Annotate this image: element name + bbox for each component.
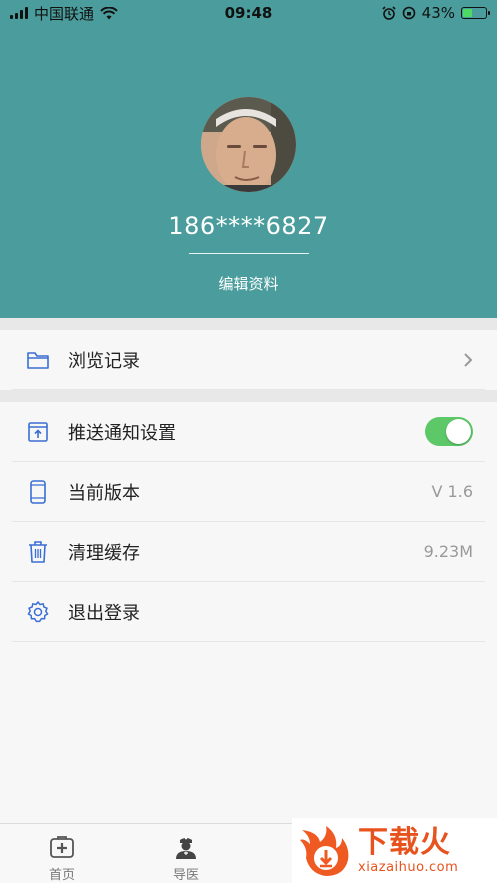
settings-section: 推送通知设置 当前版本 V 1.6 清理缓存 9.23M 退出登录 [0, 402, 497, 823]
medical-kit-icon [48, 833, 76, 861]
signal-icon [10, 7, 28, 19]
tab-label: 首页 [48, 868, 75, 883]
phone-number: 186****6827 [168, 212, 329, 240]
chevron-right-icon [464, 352, 473, 367]
watermark-title: 下载火 [358, 825, 451, 860]
menu-item-label: 清理缓存 [68, 542, 140, 564]
rotation-lock-icon [402, 6, 415, 20]
battery-level [463, 9, 473, 17]
profile-header: 186****6827 编辑资料 [0, 0, 497, 318]
status-bar: 中国联通 09:48 43% [0, 0, 497, 26]
edit-profile-link[interactable]: 编辑资料 [0, 273, 497, 294]
avatar-photo [201, 97, 296, 192]
nurse-icon [172, 833, 200, 861]
version-value: V 1.6 [431, 482, 473, 501]
divider [189, 253, 309, 254]
wifi-icon [100, 6, 118, 19]
push-notification-toggle[interactable] [425, 417, 473, 446]
carrier-name: 中国联通 [34, 4, 95, 23]
tab-label: 导医 [172, 868, 199, 883]
tab-home[interactable]: 首页 [0, 824, 124, 883]
menu-item-history[interactable]: 浏览记录 [12, 330, 485, 390]
menu-item-label: 推送通知设置 [68, 422, 176, 444]
menu-item-logout[interactable]: 退出登录 [12, 582, 485, 642]
menu-item-label: 当前版本 [68, 482, 140, 504]
folder-icon [24, 346, 52, 374]
battery-icon [461, 7, 490, 19]
menu-item-label: 退出登录 [68, 602, 140, 624]
history-section: 浏览记录 [0, 330, 497, 390]
battery-percent: 43% [421, 4, 455, 22]
toggle-knob [446, 419, 471, 444]
menu-item-push-settings[interactable]: 推送通知设置 [12, 402, 485, 462]
section-divider [0, 390, 497, 402]
watermark: 下载火 xiazaihuo.com [292, 818, 497, 883]
flame-logo-icon [296, 822, 354, 880]
alarm-icon [382, 6, 396, 20]
watermark-subtitle: xiazaihuo.com [358, 860, 459, 875]
section-divider [0, 318, 497, 330]
phone-icon [24, 478, 52, 506]
menu-item-label: 浏览记录 [68, 350, 140, 372]
gear-icon [24, 598, 52, 626]
menu-item-clear-cache[interactable]: 清理缓存 9.23M [12, 522, 485, 582]
upload-box-icon [24, 418, 52, 446]
tab-guide[interactable]: 导医 [124, 824, 248, 883]
menu-item-version[interactable]: 当前版本 V 1.6 [12, 462, 485, 522]
avatar[interactable] [201, 97, 296, 192]
cache-size-value: 9.23M [423, 542, 473, 561]
trash-icon [24, 538, 52, 566]
